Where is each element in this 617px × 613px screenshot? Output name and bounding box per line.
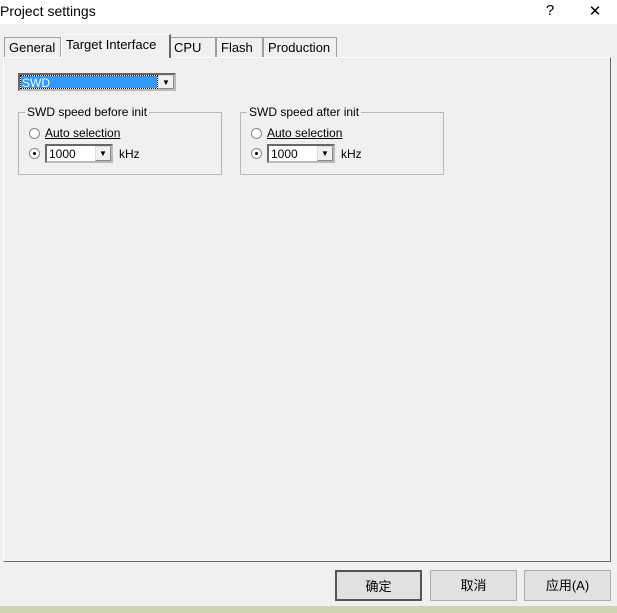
close-button[interactable]: ✕ [585,2,605,20]
ok-button[interactable]: 确定 [335,570,422,601]
tab-flash[interactable]: Flash [216,37,263,57]
after-auto-radio[interactable] [251,128,262,139]
before-speed-select[interactable]: 1000 ▼ [45,144,113,163]
before-speed-value: 1000 [49,147,76,161]
before-unit: kHz [119,147,140,161]
before-auto-label[interactable]: Auto selection [45,126,120,140]
title-bar: Project settings ? ✕ [0,0,617,24]
before-speed-radio[interactable] [29,148,40,159]
window-title: Project settings [0,3,96,19]
tab-general[interactable]: General [4,37,61,57]
interface-value: SWD [20,75,158,90]
after-auto-label[interactable]: Auto selection [267,126,342,140]
tab-production[interactable]: Production [263,37,337,57]
after-speed-select[interactable]: 1000 ▼ [267,144,335,163]
chevron-down-icon[interactable]: ▼ [317,146,333,161]
speed-after-group: SWD speed after init Auto selection 1000… [240,105,444,175]
after-speed-radio[interactable] [251,148,262,159]
background-log-strip [0,606,617,613]
speed-after-title: SWD speed after init [247,105,362,119]
after-unit: kHz [341,147,362,161]
chevron-down-icon[interactable]: ▼ [158,75,174,89]
before-auto-radio[interactable] [29,128,40,139]
after-speed-value: 1000 [271,147,298,161]
apply-button[interactable]: 应用(A) [524,570,611,601]
speed-before-group: SWD speed before init Auto selection 100… [18,105,222,175]
speed-before-title: SWD speed before init [25,105,150,119]
tab-cpu[interactable]: CPU [169,37,216,57]
tab-target-interface[interactable]: Target Interface [61,34,171,58]
chevron-down-icon[interactable]: ▼ [95,146,111,161]
cancel-button[interactable]: 取消 [430,570,517,601]
help-button[interactable]: ? [540,2,560,19]
interface-select[interactable]: SWD ▼ [18,73,176,91]
